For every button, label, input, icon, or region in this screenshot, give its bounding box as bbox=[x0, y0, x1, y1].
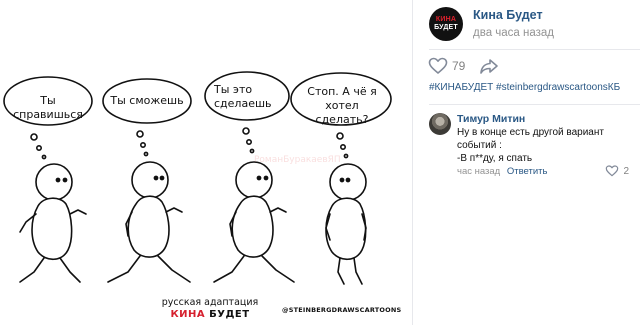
bubble-1-text: Ты справишься bbox=[13, 94, 83, 121]
comic-caption: русская адаптация КИНА БУДЕТ bbox=[120, 297, 300, 320]
caption-brand: КИНА БУДЕТ bbox=[120, 309, 300, 320]
caption-line1: русская адаптация bbox=[161, 297, 259, 308]
artist-handle: @STEINBERGDRAWSCARTOONS bbox=[282, 306, 402, 314]
author-info: Кина Будет два часа назад bbox=[473, 8, 554, 41]
comment-like-button[interactable]: 2 bbox=[605, 165, 629, 177]
divider bbox=[429, 104, 640, 105]
comment-timestamp[interactable]: час назад bbox=[457, 166, 500, 177]
avatar-line1: КИНА bbox=[435, 16, 457, 23]
share-icon[interactable] bbox=[479, 57, 499, 75]
hashtags-link[interactable]: #КИНАБУДЕТ #steinbergdrawscartoonsКБ bbox=[429, 82, 640, 93]
heart-icon[interactable] bbox=[428, 57, 448, 75]
author-name-link[interactable]: Кина Будет bbox=[473, 8, 554, 23]
avatar-line2: БУДЕТ bbox=[434, 24, 458, 31]
comic-drawing bbox=[3, 71, 392, 285]
like-count: 79 bbox=[452, 59, 466, 73]
author-avatar[interactable]: КИНА БУДЕТ bbox=[429, 7, 463, 41]
post-image[interactable]: Ты справишься Ты сможешь Ты это сделаешь… bbox=[0, 0, 412, 325]
divider bbox=[429, 49, 640, 50]
bubble-2-text: Ты сможешь bbox=[110, 94, 184, 107]
reply-button[interactable]: Ответить bbox=[507, 166, 548, 177]
comment-text-line1: Ну в конце есть другой вариант событий : bbox=[457, 127, 604, 151]
watermark: РоманБуракаевЯП bbox=[254, 155, 341, 165]
caption-brand-black: БУДЕТ bbox=[209, 309, 250, 320]
comment-meta: час назад Ответить bbox=[457, 166, 547, 177]
post-timestamp[interactable]: два часа назад bbox=[473, 25, 554, 41]
post-actions: 79 bbox=[428, 57, 499, 75]
comment-heart-icon bbox=[606, 165, 619, 177]
post-author: КИНА БУДЕТ Кина Будет два часа назад bbox=[429, 7, 554, 41]
post-panel: КИНА БУДЕТ Кина Будет два часа назад 79 … bbox=[412, 0, 640, 325]
comment-text: Ну в конце есть другой вариант событий :… bbox=[457, 126, 627, 165]
caption-brand-red: КИНА bbox=[170, 309, 206, 320]
comment-like-count: 2 bbox=[623, 165, 629, 177]
bubble-4-text: Стоп. А чё я хотел сделать? bbox=[307, 85, 377, 126]
commenter-name-link[interactable]: Тимур Митин bbox=[457, 113, 525, 125]
commenter-avatar[interactable] bbox=[429, 113, 451, 135]
comment-text-line2: -В п**ду, я спать bbox=[457, 153, 533, 164]
bubble-3-text: Ты это сделаешь bbox=[214, 83, 272, 110]
comment: Тимур Митин Ну в конце есть другой вариа… bbox=[429, 113, 640, 183]
